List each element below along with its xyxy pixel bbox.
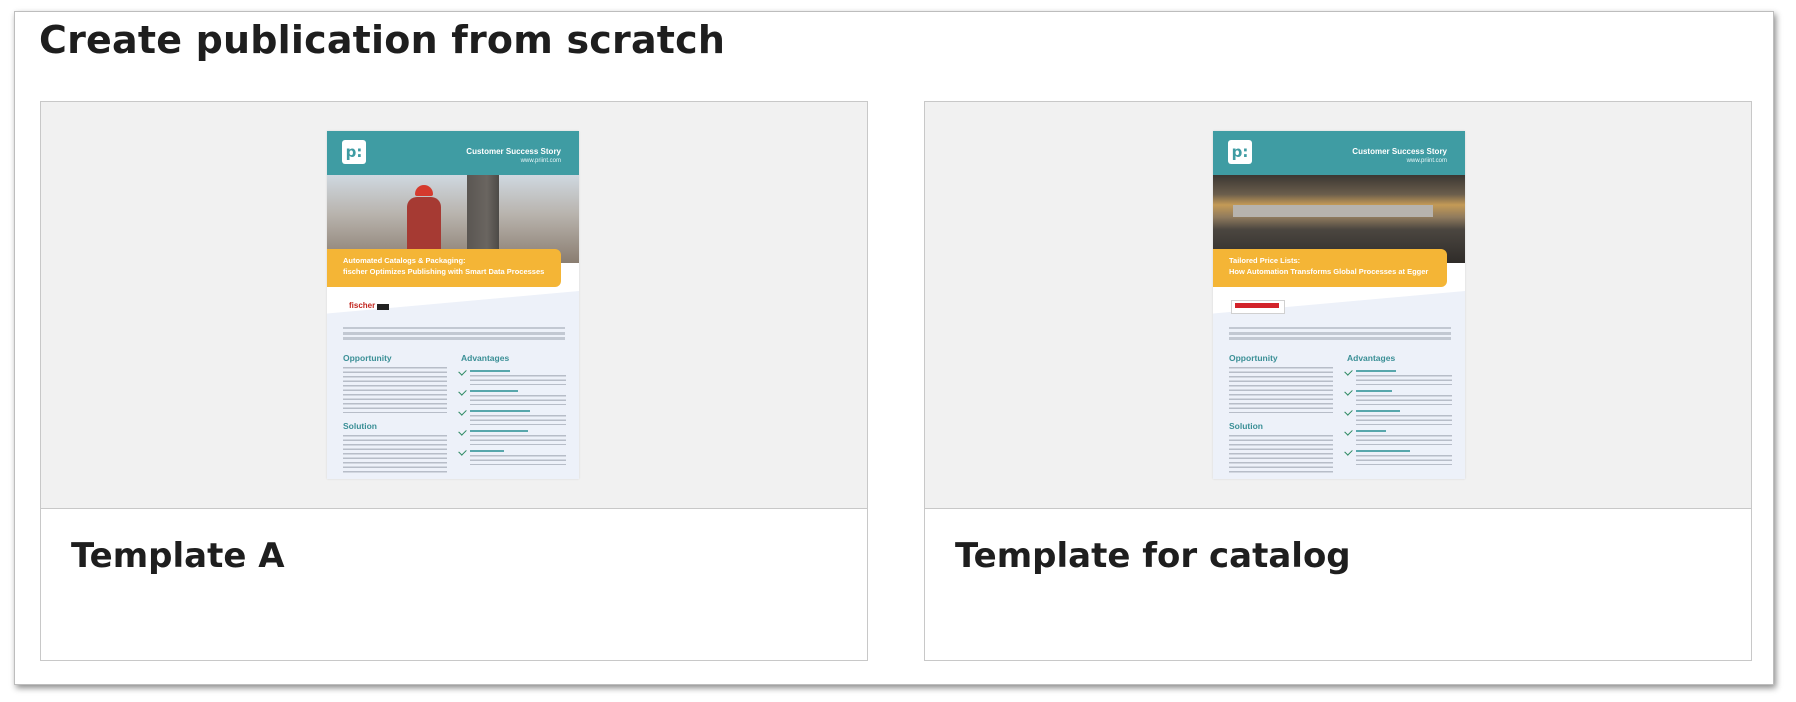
egger-brand-logo <box>1231 300 1285 314</box>
advantage-text <box>470 455 566 465</box>
advantage-subtitle <box>1356 390 1392 392</box>
advantage-subtitle <box>470 370 510 372</box>
banner-line-2: How Automation Transforms Global Process… <box>1229 267 1429 276</box>
document-header: p: Customer Success Story www.priint.com <box>1213 131 1465 175</box>
priint-logo-icon: p: <box>1228 140 1252 164</box>
advantage-subtitle <box>1356 430 1386 432</box>
template-name: Template A <box>71 536 285 576</box>
template-preview: p: Customer Success Story www.priint.com… <box>41 102 867 509</box>
advantages-heading: Advantages <box>1347 353 1396 363</box>
document-header: p: Customer Success Story www.priint.com <box>327 131 579 175</box>
advantages-heading: Advantages <box>461 353 510 363</box>
opportunity-text <box>343 367 447 413</box>
worker-body-shape <box>407 197 441 257</box>
advantage-subtitle <box>470 390 518 392</box>
template-preview: p: Customer Success Story www.priint.com… <box>925 102 1751 509</box>
document-banner: Tailored Price Lists: How Automation Tra… <box>1213 249 1447 287</box>
worker-helmet-shape <box>415 185 433 196</box>
document-kicker: Customer Success Story <box>466 147 561 156</box>
advantage-subtitle <box>470 450 504 452</box>
document-banner-text: Tailored Price Lists: How Automation Tra… <box>1229 255 1443 277</box>
solution-heading: Solution <box>343 421 377 431</box>
advantage-text <box>470 395 566 405</box>
banner-line-2: fischer Optimizes Publishing with Smart … <box>343 267 545 276</box>
advantage-subtitle <box>1356 410 1400 412</box>
page-title: Create publication from scratch <box>39 18 726 62</box>
document-thumbnail: p: Customer Success Story www.priint.com… <box>1213 131 1465 479</box>
bar-counter-shape <box>1233 205 1433 217</box>
template-name: Template for catalog <box>955 536 1351 576</box>
template-card-template-for-catalog[interactable]: p: Customer Success Story www.priint.com… <box>924 101 1752 661</box>
advantage-text <box>1356 395 1452 405</box>
solution-text <box>343 435 447 473</box>
advantage-text <box>1356 435 1452 445</box>
template-card-template-a[interactable]: p: Customer Success Story www.priint.com… <box>40 101 868 661</box>
banner-line-1: Tailored Price Lists: <box>1229 256 1301 265</box>
opportunity-text <box>1229 367 1333 413</box>
advantage-subtitle <box>470 410 530 412</box>
document-banner-text: Automated Catalogs & Packaging: fischer … <box>343 255 557 277</box>
document-intro-text <box>1229 327 1451 330</box>
advantage-subtitle <box>470 430 528 432</box>
document-kicker: Customer Success Story <box>1352 147 1447 156</box>
advantage-text <box>1356 455 1452 465</box>
opportunity-heading: Opportunity <box>1229 353 1278 363</box>
advantage-text <box>1356 375 1452 385</box>
solution-heading: Solution <box>1229 421 1263 431</box>
advantage-text <box>470 375 566 385</box>
document-intro-text <box>343 327 565 330</box>
create-publication-panel: Create publication from scratch p: Custo… <box>14 11 1774 685</box>
advantage-subtitle <box>1356 370 1396 372</box>
document-banner: Automated Catalogs & Packaging: fischer … <box>327 249 561 287</box>
solution-text <box>1229 435 1333 473</box>
banner-line-1: Automated Catalogs & Packaging: <box>343 256 466 265</box>
document-site: www.priint.com <box>520 158 561 164</box>
opportunity-heading: Opportunity <box>343 353 392 363</box>
document-site: www.priint.com <box>1406 158 1447 164</box>
document-thumbnail: p: Customer Success Story www.priint.com… <box>327 131 579 479</box>
advantage-text <box>1356 415 1452 425</box>
priint-logo-icon: p: <box>342 140 366 164</box>
advantage-text <box>470 415 566 425</box>
advantage-text <box>470 435 566 445</box>
advantage-subtitle <box>1356 450 1410 452</box>
fischer-brand-logo: fischer <box>349 301 390 313</box>
